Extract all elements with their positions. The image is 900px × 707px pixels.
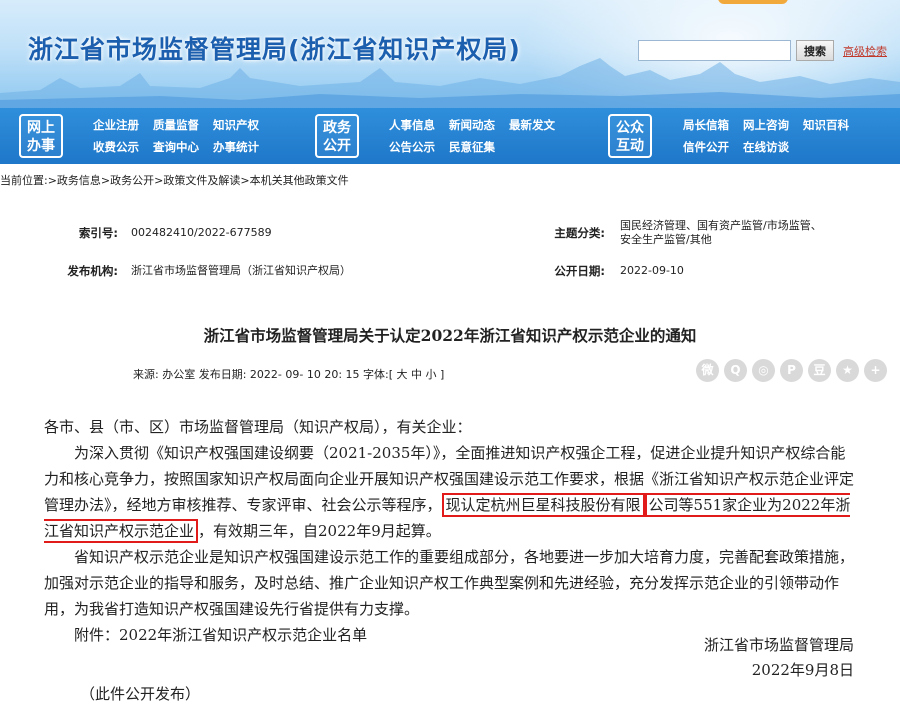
date-label: 公开日期: xyxy=(554,264,605,278)
main-nav: 网上 办事 企业注册 质量监督 知识产权 收费公示 查询中心 办事统计 政务 公… xyxy=(0,108,900,164)
nav-badge-online-service[interactable]: 网上 办事 xyxy=(19,114,63,158)
nav-badge-line: 公开 xyxy=(323,138,351,154)
share-icons: 微 Q ◎ P 豆 ★ + xyxy=(696,359,887,382)
source-line: 来源: 办公室 发布日期: 2022- 09- 10 20: 15 字体:[ 大… xyxy=(133,368,445,381)
index-value: 002482410/2022-677589 xyxy=(131,226,272,239)
nav-link[interactable]: 民意征集 xyxy=(449,139,495,155)
highlight-box-1: 现认定杭州巨星科技股份有限 xyxy=(441,493,645,517)
topic-value-line2: 安全生产监管/其他 xyxy=(620,233,712,246)
issuer-label: 发布机构: xyxy=(67,264,118,278)
pinterest-icon[interactable]: P xyxy=(780,359,803,382)
nav-badge-line: 公众 xyxy=(616,120,644,136)
nav-link[interactable]: 查询中心 xyxy=(153,139,199,155)
nav-link[interactable]: 知识产权 xyxy=(213,117,259,133)
nav-link[interactable]: 公告公示 xyxy=(389,139,435,155)
article-body: 各市、县（市、区）市场监督管理局（知识产权局），有关企业： 为深入贯彻《知识产权… xyxy=(44,414,858,648)
nav-link[interactable]: 最新发文 xyxy=(509,117,555,133)
nav-link[interactable]: 信件公开 xyxy=(683,139,729,155)
nav-link[interactable]: 网上咨询 xyxy=(743,117,789,133)
nav-badge-public-interaction[interactable]: 公众 互动 xyxy=(608,114,652,158)
nav-link[interactable]: 在线访谈 xyxy=(743,139,789,155)
publish-note: （此件公开发布） xyxy=(80,685,201,703)
topic-label: 主题分类: xyxy=(554,226,605,240)
paragraph-1-tail: ，有效期三年，自2022年9月起算。 xyxy=(198,522,441,540)
article-title: 浙江省市场监督管理局关于认定2022年浙江省知识产权示范企业的通知 xyxy=(203,326,697,345)
index-label: 索引号: xyxy=(78,226,118,240)
breadcrumb-path[interactable]: >政务信息>政务公开>政策文件及解读>本机关其他政策文件 xyxy=(48,174,349,187)
qq-icon[interactable]: Q xyxy=(724,359,747,382)
search-button[interactable]: 搜索 xyxy=(796,40,834,61)
signature-org: 浙江省市场监督管理局 xyxy=(703,636,854,654)
paragraph-1: 为深入贯彻《知识产权强国建设纲要（2021-2035年）》，全面推进知识产权强企… xyxy=(44,440,858,544)
nav-badge-gov-affairs[interactable]: 政务 公开 xyxy=(315,114,359,158)
breadcrumb: 当前位置:>政务信息>政务公开>政策文件及解读>本机关其他政策文件 xyxy=(0,172,349,188)
advanced-search-link[interactable]: 高级检索 xyxy=(843,43,887,59)
weibo-icon[interactable]: 微 xyxy=(696,359,719,382)
more-icon[interactable]: + xyxy=(864,359,887,382)
nav-link[interactable]: 知识百科 xyxy=(803,117,849,133)
site-title: 浙江省市场监督管理局(浙江省知识产权局) xyxy=(28,35,521,64)
nav-link[interactable]: 企业注册 xyxy=(93,117,139,133)
nav-link[interactable] xyxy=(803,139,849,155)
nav-badge-line: 网上 xyxy=(27,120,55,136)
nav-link[interactable]: 办事统计 xyxy=(213,139,259,155)
search-input[interactable] xyxy=(638,40,791,61)
nav-links-gov-affairs: 人事信息 新闻动态 最新发文 公告公示 民意征集 xyxy=(389,117,555,155)
salutation: 各市、县（市、区）市场监督管理局（知识产权局），有关企业： xyxy=(44,418,472,436)
nav-link[interactable] xyxy=(509,139,555,155)
qzone-icon[interactable]: ★ xyxy=(836,359,859,382)
paragraph-2: 省知识产权示范企业是知识产权强国建设示范工作的重要组成部分，各地要进一步加大培育… xyxy=(44,548,855,618)
signature-date: 2022年9月8日 xyxy=(751,661,854,679)
date-value: 2022-09-10 xyxy=(620,264,684,277)
issuer-value: 浙江省市场监督管理局（浙江省知识产权局） xyxy=(131,264,351,277)
douban-icon[interactable]: 豆 xyxy=(808,359,831,382)
top-tab-decoration xyxy=(718,0,788,4)
nav-link[interactable]: 新闻动态 xyxy=(449,117,495,133)
nav-link[interactable]: 质量监督 xyxy=(153,117,199,133)
nav-links-public-interaction: 局长信箱 网上咨询 知识百科 信件公开 在线访谈 xyxy=(683,117,849,155)
nav-badge-line: 互动 xyxy=(616,138,644,154)
header-banner: 浙江省市场监督管理局(浙江省知识产权局) 搜索 高级检索 xyxy=(0,0,900,108)
breadcrumb-prefix: 当前位置: xyxy=(0,174,48,187)
topic-value-line1: 国民经济管理、国有资产监管/市场监管、 xyxy=(620,219,822,232)
nav-link[interactable]: 收费公示 xyxy=(93,139,139,155)
nav-links-online-service: 企业注册 质量监督 知识产权 收费公示 查询中心 办事统计 xyxy=(93,117,259,155)
wechat-icon[interactable]: ◎ xyxy=(752,359,775,382)
nav-badge-line: 政务 xyxy=(323,120,351,136)
nav-badge-line: 办事 xyxy=(27,138,55,154)
nav-link[interactable]: 局长信箱 xyxy=(683,117,729,133)
nav-link[interactable]: 人事信息 xyxy=(389,117,435,133)
